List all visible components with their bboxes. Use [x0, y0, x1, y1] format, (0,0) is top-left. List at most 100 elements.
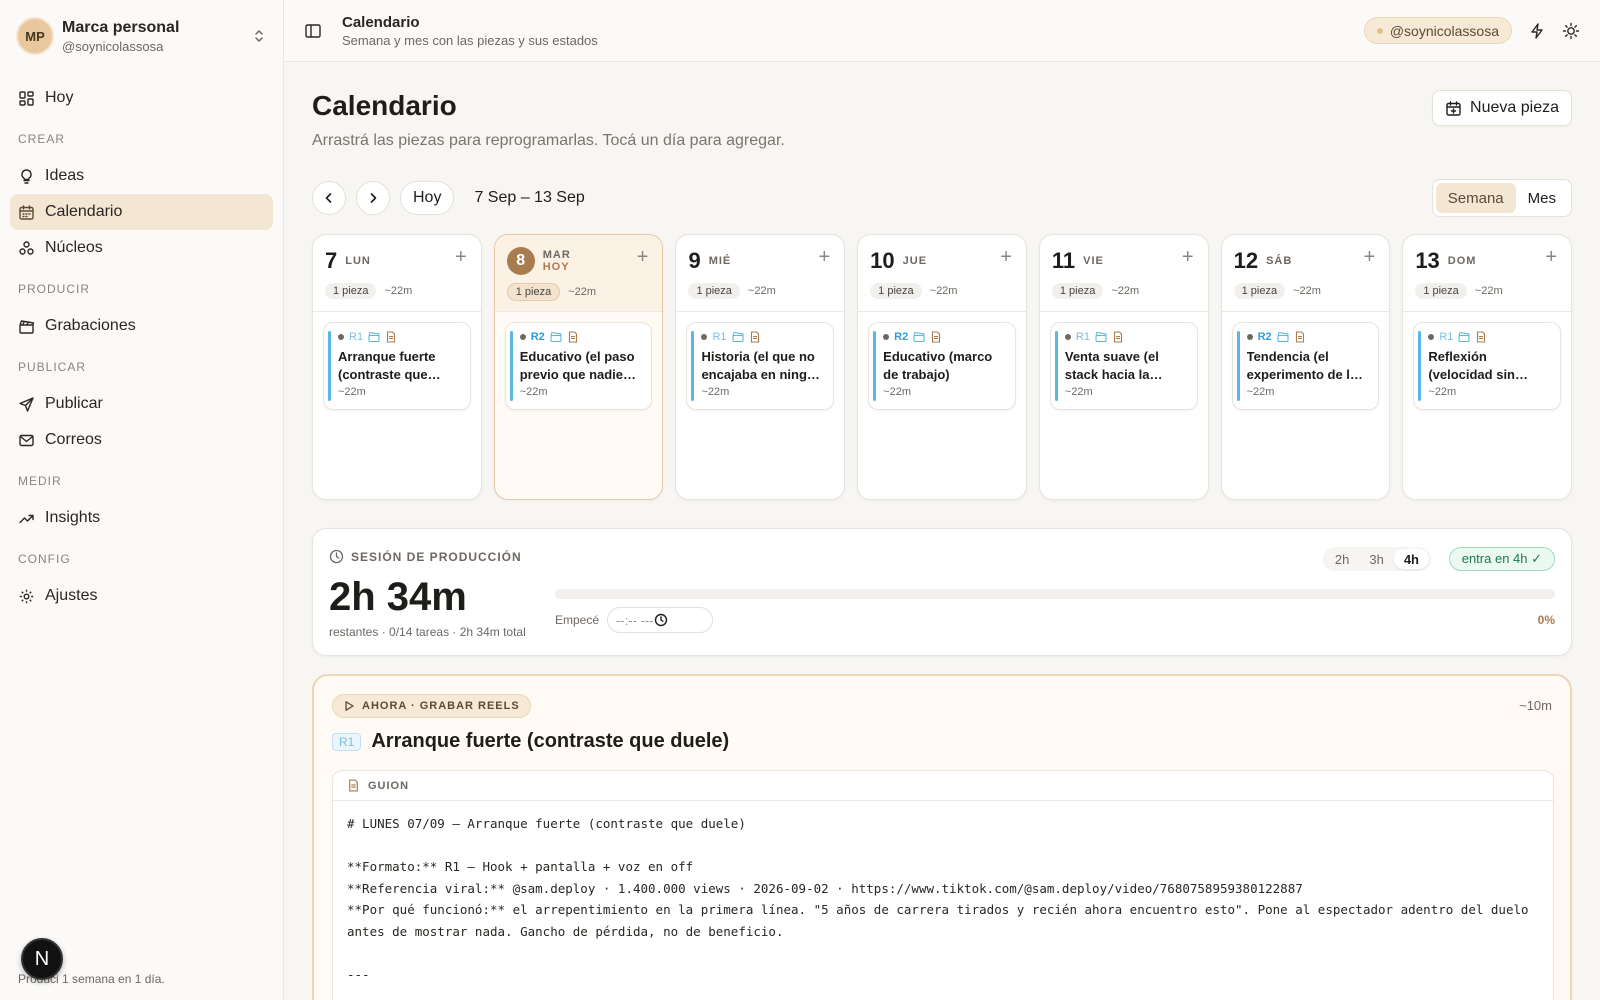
page-title: Calendario	[312, 90, 457, 121]
piece-count: 1 pieza	[1415, 283, 1467, 299]
chevron-left-icon	[322, 191, 336, 205]
piece-duration: ~22m	[701, 386, 730, 398]
clapperboard-icon	[368, 331, 380, 343]
add-piece-icon[interactable]: +	[1000, 247, 1012, 267]
day-of-week: VIE	[1083, 255, 1104, 267]
sidebar-item-insights[interactable]: Insights	[10, 500, 273, 536]
day-column[interactable]: 11 VIE + 1 pieza ~22m R1 Venta suave (el s…	[1038, 234, 1209, 500]
add-piece-icon[interactable]: +	[1545, 247, 1557, 267]
session-progress-label: 0%	[1537, 613, 1555, 627]
add-piece-icon[interactable]: +	[1364, 247, 1376, 267]
sidebar-item-label: Núcleos	[45, 239, 103, 256]
session-meta: restantes · 0/14 tareas · 2h 34m total	[329, 625, 526, 639]
clapperboard-icon	[1458, 331, 1470, 343]
start-time-input[interactable]: --:-- ---	[607, 607, 714, 633]
start-time-placeholder: --:-- ---	[616, 612, 654, 628]
sidebar: MP Marca personal @soynicolassosa Hoy CR…	[0, 0, 284, 1000]
piece-tag: R1	[332, 732, 362, 751]
topbar-subtitle: Semana y mes con las piezas y sus estado…	[342, 32, 598, 48]
sidebar-item-correos[interactable]: Correos	[10, 422, 273, 458]
piece-tag: R1	[712, 331, 727, 343]
today-label: HOY	[542, 261, 570, 273]
view-week-tab[interactable]: Semana	[1435, 183, 1516, 213]
dev-tools-badge[interactable]: N	[21, 938, 63, 980]
day-of-week: JUE	[902, 255, 928, 267]
dashboard-icon	[18, 90, 45, 107]
piece-card[interactable]: R1 Arranque fuerte (contraste que duele)…	[323, 322, 471, 410]
prev-week-button[interactable]	[312, 181, 346, 215]
sidebar-item-ideas[interactable]: Ideas	[10, 158, 273, 194]
status-dot	[1246, 334, 1253, 340]
hours-option-4h[interactable]: 4h	[1393, 549, 1429, 569]
sun-icon[interactable]	[1562, 22, 1580, 40]
today-button[interactable]: Hoy	[400, 181, 455, 215]
now-recording-panel: AHORA · GRABAR REELS ~10m R1 Arranque fu…	[312, 674, 1572, 1000]
sidebar-item-nucleos[interactable]: Núcleos	[10, 230, 273, 266]
view-switcher: Semana Mes	[1431, 179, 1572, 217]
play-icon	[343, 700, 362, 712]
day-number: 13	[1415, 248, 1440, 273]
script-text[interactable]: # LUNES 07/09 — Arranque fuerte (contras…	[333, 801, 1553, 997]
next-week-button[interactable]	[356, 181, 390, 215]
day-column[interactable]: 10 JUE + 1 pieza ~22m R2 Educativo (marco …	[857, 234, 1027, 500]
clock-icon	[329, 549, 351, 564]
brand-name: Marca personal	[62, 18, 180, 36]
add-piece-icon[interactable]: +	[637, 247, 649, 267]
sidebar-item-label: Publicar	[45, 395, 103, 412]
add-piece-icon[interactable]: +	[1182, 247, 1194, 267]
sidebar-toggle-icon[interactable]	[304, 22, 322, 40]
piece-duration: ~22m	[338, 386, 366, 398]
sidebar-item-grabaciones[interactable]: Grabaciones	[10, 308, 273, 344]
piece-title: Historia (el que no encajaba en ningún l…	[701, 349, 823, 382]
session-progress-bar	[555, 589, 1555, 599]
view-month-tab[interactable]: Mes	[1516, 183, 1568, 213]
section-publicar: PUBLICAR	[18, 360, 87, 374]
day-number: 12	[1233, 248, 1259, 273]
hours-option-2h[interactable]: 2h	[1325, 549, 1359, 569]
brand-switcher[interactable]: MP Marca personal @soynicolassosa	[0, 0, 283, 72]
clapperboard-icon	[913, 331, 925, 343]
status-dot	[519, 334, 526, 340]
piece-title: Venta suave (el stack hacia la meta)	[1064, 349, 1159, 382]
piece-count: 1 pieza	[325, 283, 377, 299]
sidebar-item-calendario[interactable]: Calendario	[10, 194, 273, 230]
clapperboard-icon	[1095, 331, 1107, 343]
status-dot	[1064, 334, 1071, 340]
day-column[interactable]: 7 LUN + 1 pieza ~22m R1 Arranque fuerte (c…	[312, 234, 482, 500]
sidebar-item-publicar[interactable]: Publicar	[10, 386, 273, 422]
sidebar-item-ajustes[interactable]: Ajustes	[10, 578, 273, 614]
status-dot	[1376, 27, 1383, 34]
day-column[interactable]: 12 SÁB + 1 pieza ~22m R2 Tendencia (el exp…	[1220, 234, 1391, 500]
piece-card[interactable]: R1 Venta suave (el stack hacia la meta) …	[1049, 322, 1198, 410]
add-piece-icon[interactable]: +	[818, 247, 830, 267]
chevron-up-down-icon	[251, 28, 267, 44]
topbar: Calendario Semana y mes con las piezas y…	[284, 0, 1600, 62]
piece-duration: ~22m	[519, 386, 548, 398]
day-of-week: MIÉ	[708, 255, 732, 267]
document-icon	[1475, 331, 1487, 343]
clock-icon	[654, 613, 668, 627]
hours-option-3h[interactable]: 3h	[1359, 549, 1393, 569]
sidebar-item-label: Hoy	[45, 89, 74, 106]
sidebar-item-label: Correos	[45, 431, 102, 448]
day-column[interactable]: 13 DOM + 1 pieza ~22m R1 Reflexión (veloci…	[1402, 234, 1573, 500]
account-handle-pill[interactable]: @soynicolassosa	[1363, 17, 1512, 44]
sidebar-item-label: Calendario	[45, 203, 123, 220]
piece-card[interactable]: R2 Educativo (el paso previo que nadie e…	[504, 322, 653, 410]
day-column[interactable]: 9 MIÉ + 1 pieza ~22m R1 Historia (el que n…	[675, 234, 846, 500]
piece-card[interactable]: R2 Tendencia (el experimento de la seman…	[1231, 322, 1380, 410]
sidebar-item-hoy[interactable]: Hoy	[10, 80, 273, 116]
piece-tag: R1	[1075, 331, 1090, 343]
lightning-icon[interactable]	[1528, 22, 1546, 40]
document-icon	[347, 779, 368, 792]
day-of-week: SÁB	[1266, 255, 1293, 267]
new-piece-button[interactable]: Nueva pieza	[1432, 90, 1572, 126]
section-producir: PRODUCIR	[18, 282, 91, 296]
piece-card[interactable]: R1 Historia (el que no encajaba en ningú…	[686, 322, 835, 410]
piece-card[interactable]: R2 Educativo (marco de trabajo) ~22m	[868, 322, 1016, 410]
piece-duration: ~22m	[1064, 386, 1093, 398]
day-column-today[interactable]: 8 MAR HOY + 1 pieza ~22m R2 Educativo (el p…	[493, 234, 664, 500]
piece-card[interactable]: R1 Reflexión (velocidad sin dirección) ~…	[1413, 322, 1562, 410]
calendar-plus-icon	[1445, 100, 1470, 117]
add-piece-icon[interactable]: +	[455, 247, 467, 267]
